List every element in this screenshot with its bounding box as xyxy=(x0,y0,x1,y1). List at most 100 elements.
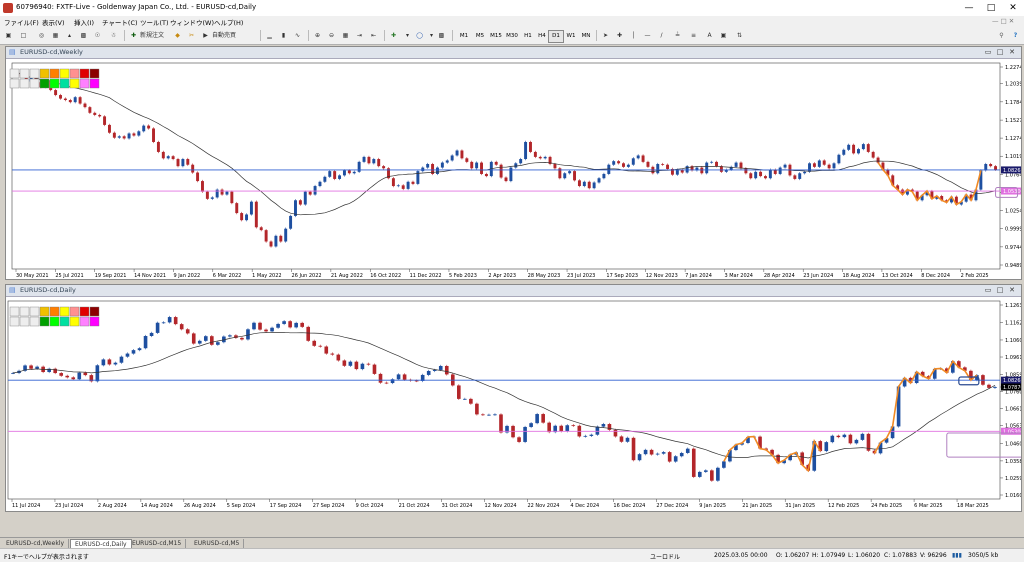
restore-icon[interactable]: — □ ✕ xyxy=(992,17,1014,25)
market-watch-icon[interactable]: ◎ xyxy=(36,30,47,41)
maximize-icon[interactable]: □ xyxy=(994,286,1006,294)
candle xyxy=(143,336,148,349)
timeframe-m15[interactable]: M15 xyxy=(488,30,504,43)
arrows-icon[interactable]: ⇅ xyxy=(734,30,745,41)
menu-tools[interactable]: ツール(T) xyxy=(140,17,169,27)
timeframe-d1[interactable]: D1 xyxy=(548,30,564,43)
candle xyxy=(649,449,654,455)
candle xyxy=(426,370,431,375)
text-icon[interactable]: A xyxy=(704,30,715,41)
palette-color-swatch xyxy=(39,68,50,79)
y-tick-label: 0.99995 xyxy=(1005,227,1021,233)
search-icon[interactable]: ⚲ xyxy=(996,30,1007,41)
timeframe-mn[interactable]: MN xyxy=(578,30,594,43)
navigator-icon[interactable]: ▴ xyxy=(64,30,75,41)
minimize-icon[interactable]: ▭ xyxy=(982,286,994,294)
menu-window[interactable]: ウィンドウ(W) xyxy=(170,17,214,27)
candle xyxy=(186,159,190,165)
menu-chart[interactable]: チャート(C) xyxy=(102,17,138,27)
candle xyxy=(254,201,258,228)
menu-help[interactable]: ヘルプ(H) xyxy=(214,17,243,27)
auto-trade-icon[interactable]: ▶ xyxy=(200,30,211,41)
x-tick-label: 23 Jul 2024 xyxy=(55,503,83,509)
candle xyxy=(122,136,126,139)
candle xyxy=(173,317,178,325)
maximize-icon[interactable]: □ xyxy=(994,48,1006,56)
candle xyxy=(258,322,262,330)
candle xyxy=(35,366,39,369)
horizontal-line-icon[interactable]: — xyxy=(642,30,653,41)
trendline-icon[interactable]: ∕ xyxy=(656,30,667,41)
daily-chart-window: ▤ EURUSD-cd,Daily ▭□✕ 1.12630 1.11620 1.10… xyxy=(5,284,1022,512)
weekly-chart[interactable]: 1.22745 1.20390 1.17845 1.15275 1.12745 1.101… xyxy=(6,59,1021,278)
timeframe-m1[interactable]: M1 xyxy=(456,30,472,43)
candle xyxy=(196,172,200,182)
indicators-icon[interactable]: ✚ xyxy=(388,30,399,41)
palette-color-swatch xyxy=(79,306,90,317)
line-chart-icon[interactable]: ∿ xyxy=(292,30,303,41)
history-icon[interactable]: ☃ xyxy=(108,30,119,41)
close-icon[interactable]: ✕ xyxy=(1006,286,1018,294)
palette-color-swatch xyxy=(69,306,80,317)
candle xyxy=(989,164,993,167)
close-icon[interactable]: ✕ xyxy=(1006,48,1018,56)
candle xyxy=(167,317,172,323)
daily-window-titlebar: ▤ EURUSD-cd,Daily ▭ □ ✕ xyxy=(6,285,1021,297)
minimize-icon[interactable]: ▭ xyxy=(982,48,994,56)
close-button[interactable]: ✕ xyxy=(1002,1,1024,15)
crosshair-icon[interactable]: ✚ xyxy=(614,30,625,41)
y-tick-label: 1.02545 xyxy=(1005,209,1021,215)
metaeditor-icon[interactable]: ◆ xyxy=(172,30,183,41)
templates-icon[interactable]: ▩ xyxy=(436,30,447,41)
y-tick-label: 0.94895 xyxy=(1005,263,1021,269)
new-chart-icon[interactable]: ▣ xyxy=(3,30,14,41)
x-tick-label: 19 Sep 2021 xyxy=(95,273,127,278)
palette-color-swatch xyxy=(49,316,60,327)
timeframe-m30[interactable]: M30 xyxy=(504,30,520,43)
candle xyxy=(715,161,718,167)
chart-icon: ▤ xyxy=(9,286,16,294)
maximize-button[interactable]: □ xyxy=(980,1,1002,15)
candle xyxy=(655,453,660,455)
profiles-icon[interactable]: □ xyxy=(18,30,29,41)
cursor-icon[interactable]: ➤ xyxy=(600,30,611,41)
terminal-icon[interactable]: ▩ xyxy=(78,30,89,41)
periods-icon[interactable]: ◯ xyxy=(414,30,425,41)
candle xyxy=(294,200,297,216)
timeframe-w1[interactable]: W1 xyxy=(563,30,579,43)
x-tick-label: 23 Jul 2023 xyxy=(567,273,595,278)
cut-icon[interactable]: ✂ xyxy=(186,30,197,41)
timeframe-m5[interactable]: M5 xyxy=(472,30,488,43)
menu-view[interactable]: 表示(V) xyxy=(42,17,65,27)
shift-icon[interactable]: ⇤ xyxy=(368,30,379,41)
help-icon[interactable]: ? xyxy=(1010,30,1021,41)
tab-m15[interactable]: EURUSD-cd,M15 xyxy=(128,539,187,548)
new-order-icon[interactable]: ✚ xyxy=(128,30,139,41)
new-order-button[interactable]: 新規注文 xyxy=(140,30,164,41)
vertical-line-icon[interactable]: │ xyxy=(628,30,639,41)
candle xyxy=(240,337,244,340)
scroll-icon[interactable]: ⇥ xyxy=(354,30,365,41)
data-window-icon[interactable]: ▦ xyxy=(50,30,61,41)
chevron-down-icon[interactable]: ▾ xyxy=(402,30,413,41)
bar-chart-icon[interactable]: ▁ xyxy=(264,30,275,41)
candle xyxy=(827,164,831,169)
tab-m5[interactable]: EURUSD-cd,M5 xyxy=(190,539,245,548)
daily-chart[interactable]: 1.126301.116201.106001.096101.085901.078… xyxy=(6,297,1021,510)
zoom-out-icon[interactable]: ⊖ xyxy=(326,30,337,41)
zoom-in-icon[interactable]: ⊕ xyxy=(312,30,323,41)
candle-chart-icon[interactable]: ▮ xyxy=(278,30,289,41)
tab-weekly[interactable]: EURUSD-cd,Weekly xyxy=(2,539,70,548)
fibonacci-icon[interactable]: ≡ xyxy=(688,30,699,41)
candle xyxy=(402,374,407,380)
candle xyxy=(185,329,190,334)
menu-insert[interactable]: 挿入(I) xyxy=(74,17,94,27)
candle xyxy=(470,161,474,169)
tester-icon[interactable]: ☉ xyxy=(92,30,103,41)
tile-icon[interactable]: ▦ xyxy=(340,30,351,41)
menu-file[interactable]: ファイル(F) xyxy=(4,17,39,27)
label-icon[interactable]: ▣ xyxy=(718,30,729,41)
auto-trade-button[interactable]: 自動売買 xyxy=(212,30,236,41)
channel-icon[interactable]: ≟ xyxy=(672,30,683,41)
minimize-button[interactable]: — xyxy=(958,1,980,15)
